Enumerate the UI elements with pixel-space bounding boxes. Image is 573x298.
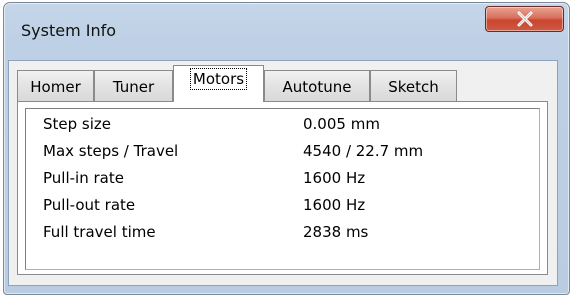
row-key: Max steps / Travel xyxy=(43,142,179,160)
row-key: Pull-out rate xyxy=(43,196,136,214)
info-row: Step size 0.005 mm xyxy=(26,111,539,138)
info-row: Full travel time 2838 ms xyxy=(26,219,539,246)
row-value: 1600 Hz xyxy=(303,169,366,187)
row-key: Full travel time xyxy=(43,223,156,241)
tab-homer[interactable]: Homer xyxy=(17,70,94,101)
row-value: 0.005 mm xyxy=(303,115,380,133)
info-row: Pull-out rate 1600 Hz xyxy=(26,192,539,219)
tab-tuner[interactable]: Tuner xyxy=(94,70,173,101)
row-key: Pull-in rate xyxy=(43,169,124,187)
tab-label: Tuner xyxy=(112,78,155,96)
row-key: Step size xyxy=(43,115,112,133)
row-value: 4540 / 22.7 mm xyxy=(303,142,424,160)
close-icon xyxy=(517,11,532,27)
tab-sketch[interactable]: Sketch xyxy=(370,70,457,101)
info-row: Max steps / Travel 4540 / 22.7 mm xyxy=(26,138,539,165)
info-list: Step size 0.005 mm Max steps / Travel 45… xyxy=(25,108,540,270)
row-value: 2838 ms xyxy=(303,223,369,241)
tab-autotune[interactable]: Autotune xyxy=(264,70,370,101)
motors-panel: Step size 0.005 mm Max steps / Travel 45… xyxy=(17,101,548,275)
close-button[interactable] xyxy=(485,6,564,32)
tab-motors[interactable]: Motors xyxy=(173,65,264,102)
window-title: System Info xyxy=(21,21,117,40)
info-row: Pull-in rate 1600 Hz xyxy=(26,165,539,192)
row-value: 1600 Hz xyxy=(303,196,366,214)
tab-label: Motors xyxy=(189,68,248,90)
tab-label: Homer xyxy=(30,78,81,96)
tab-label: Autotune xyxy=(282,78,352,96)
tab-label: Sketch xyxy=(388,78,439,96)
